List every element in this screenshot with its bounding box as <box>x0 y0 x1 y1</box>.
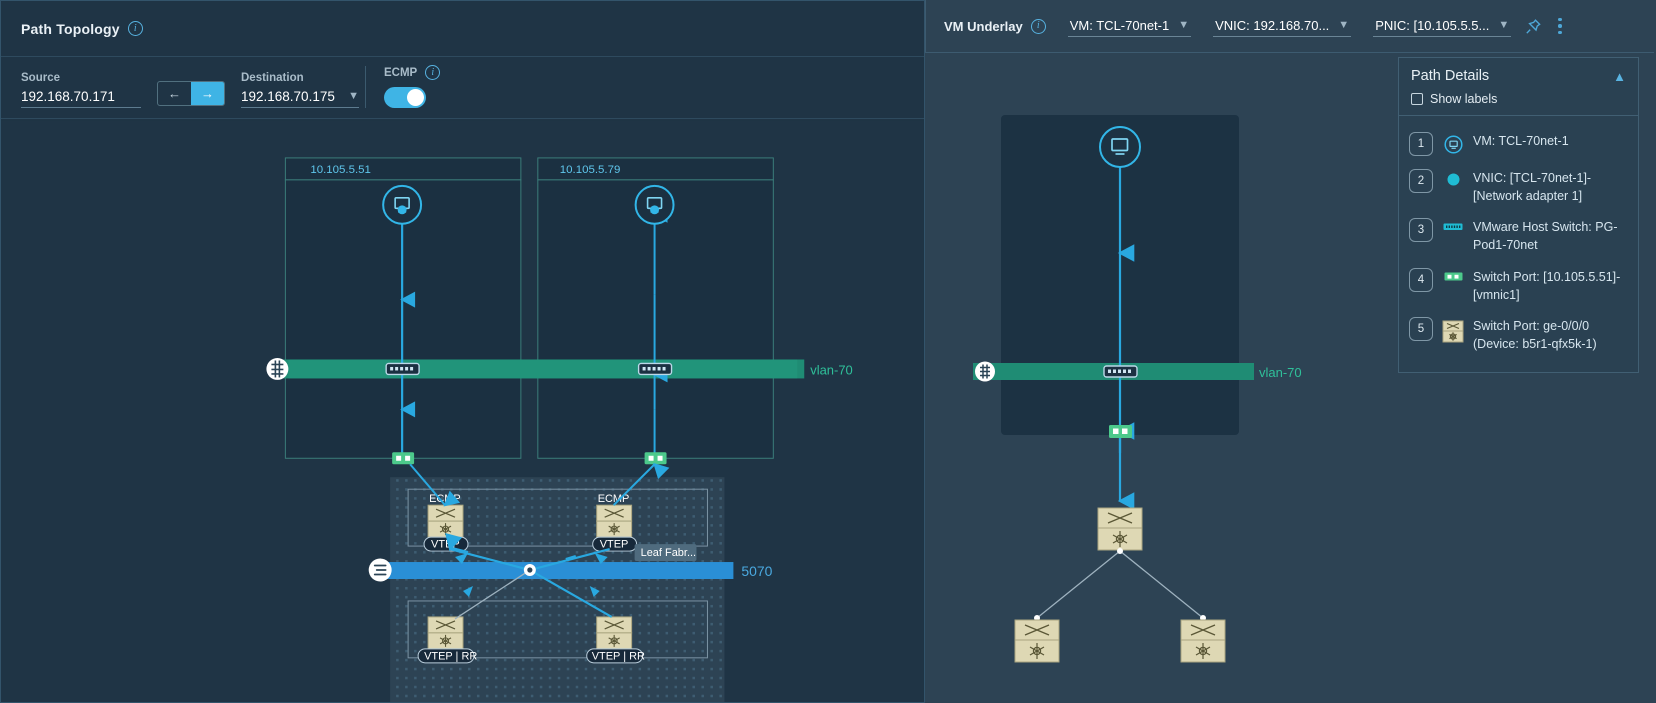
vni-label: 5070 <box>741 563 772 579</box>
step-number: 1 <box>1409 132 1433 156</box>
source-input[interactable]: 192.168.70.171 <box>21 89 141 108</box>
pnic-selector-value: PNIC: [10.105.5.5... <box>1375 17 1490 33</box>
vnic-selector[interactable]: VNIC: 192.168.70... ▼ <box>1213 16 1352 37</box>
spine-switch-left[interactable] <box>1014 619 1060 663</box>
path-details-header: Path Details ▲ Show labels <box>1399 58 1638 116</box>
vm-circle-icon <box>1442 132 1464 154</box>
step-number: 2 <box>1409 169 1433 193</box>
vtep-rr-label: VTEP | RR <box>592 650 645 662</box>
source-label: Source <box>21 72 60 84</box>
path-details-title-row: Path Details ▲ <box>1411 68 1626 84</box>
source-value: 192.168.70.171 <box>21 89 115 104</box>
host-ip-label: 10.105.5.79 <box>560 164 621 176</box>
ecmp-label: ECMP <box>384 66 418 79</box>
info-icon[interactable]: i <box>127 21 143 36</box>
pnic-port-icon[interactable] <box>1109 425 1132 438</box>
path-topology-canvas[interactable]: 10.105.5.51 10.105.5.79 vlan-70 5070 ECM… <box>1 120 924 703</box>
leaf-switch[interactable] <box>1097 507 1143 551</box>
physical-switch-icon <box>1442 317 1464 344</box>
vtep-label: VTEP <box>600 539 629 551</box>
destination-select[interactable]: 192.168.70.175 ▼ <box>241 89 359 108</box>
destination-field: Destination 192.168.70.175 ▼ <box>241 72 359 108</box>
path-detail-item[interactable]: 3 VMware Host Switch: PG-Pod1-70net <box>1409 212 1628 261</box>
step-number: 3 <box>1409 218 1433 243</box>
direction-toggle[interactable]: ← → <box>157 81 225 106</box>
app-root: Path Topology i Source 192.168.70.171 ← … <box>0 0 1656 703</box>
switch-port-icon <box>1442 268 1464 282</box>
arrow-left-icon[interactable]: ← <box>158 82 191 105</box>
path-detail-item[interactable]: 1 VM: TCL-70net-1 <box>1409 126 1628 163</box>
step-text: VNIC: [TCL-70net-1]-[Network adapter 1] <box>1473 171 1592 204</box>
ecmp-toggle[interactable] <box>384 87 426 108</box>
path-topology-header: Path Topology i <box>1 1 924 57</box>
path-topology-controls: Source 192.168.70.171 ← → Destination 19… <box>1 57 924 119</box>
ecmp-info-icon[interactable]: i <box>425 65 441 80</box>
ecmp-label-row: ECMP i <box>384 65 441 80</box>
source-field: Source 192.168.70.171 <box>21 72 141 108</box>
vm-selector-value: VM: TCL-70net-1 <box>1069 17 1170 33</box>
pnic-selector[interactable]: PNIC: [10.105.5.5... ▼ <box>1373 16 1512 37</box>
vm-underlay-panel: VM Underlay i VM: TCL-70net-1 ▼ VNIC: 19… <box>925 0 1654 703</box>
step-text: VM: TCL-70net-1 <box>1473 134 1569 148</box>
ecmp-field: ECMP i <box>384 65 441 108</box>
step-text: VMware Host Switch: PG-Pod1-70net <box>1473 220 1618 253</box>
chevron-down-icon[interactable]: ▼ <box>348 91 359 102</box>
destination-value: 192.168.70.175 <box>241 89 335 104</box>
vtep-rr-label: VTEP | RR <box>424 650 477 662</box>
vm-selector[interactable]: VM: TCL-70net-1 ▼ <box>1067 16 1192 37</box>
host-ip-label: 10.105.5.51 <box>310 164 371 176</box>
vm-underlay-title: VM Underlay <box>944 18 1023 34</box>
chevron-down-icon[interactable]: ▼ <box>1498 19 1509 31</box>
show-labels-checkbox[interactable]: Show labels <box>1411 92 1626 106</box>
step-number: 5 <box>1409 316 1433 341</box>
path-detail-item[interactable]: 2 VNIC: [TCL-70net-1]-[Network adapter 1… <box>1409 163 1628 212</box>
path-detail-item[interactable]: 4 Switch Port: [10.105.5.51]-[vmnic1] <box>1409 262 1628 311</box>
path-details-title: Path Details <box>1411 68 1490 84</box>
host-switch-icon <box>1442 218 1464 233</box>
step-number: 4 <box>1409 267 1433 292</box>
vnic-selector-value: VNIC: 192.168.70... <box>1215 17 1330 33</box>
destination-label: Destination <box>241 72 304 84</box>
arrow-right-icon[interactable]: → <box>191 82 224 105</box>
info-icon[interactable]: i <box>1030 18 1046 34</box>
vlan-label: vlan-70 <box>1259 365 1302 380</box>
chevron-down-icon[interactable]: ▼ <box>1338 19 1349 31</box>
vlan-label: vlan-70 <box>810 362 853 377</box>
pin-icon[interactable] <box>1525 18 1542 35</box>
controls-divider <box>365 66 366 108</box>
path-topology-panel: Path Topology i Source 192.168.70.171 ← … <box>0 0 925 703</box>
leaf-fabric-tooltip: Leaf Fabr... <box>634 544 697 562</box>
page-title: Path Topology <box>21 20 120 37</box>
chevron-down-icon[interactable]: ▼ <box>1178 19 1189 31</box>
chevron-up-icon[interactable]: ▲ <box>1613 70 1626 83</box>
show-labels-label: Show labels <box>1430 92 1498 106</box>
ecmp-node-label: ECMP <box>429 493 461 505</box>
vlan-band[interactable]: vlan-70 <box>266 357 853 380</box>
kebab-menu-icon[interactable] <box>1558 17 1562 35</box>
step-text: Switch Port: ge-0/0/0 (Device: b5r1-qfx5… <box>1473 318 1597 351</box>
path-details-list: 1 VM: TCL-70net-1 2 VNIC: [TCL-70net-1]-… <box>1399 116 1638 372</box>
leaf-fabric-label: Leaf Fabr... <box>641 547 697 559</box>
checkbox-box[interactable] <box>1411 93 1423 105</box>
vnic-dot-icon <box>1442 169 1464 187</box>
vm-underlay-header: VM Underlay i VM: TCL-70net-1 ▼ VNIC: 19… <box>925 0 1654 53</box>
path-detail-item[interactable]: 5 Switch Port: ge-0/0/0 (Device: b5r1-qf… <box>1409 311 1628 360</box>
step-text: Switch Port: [10.105.5.51]-[vmnic1] <box>1473 269 1621 302</box>
path-details-card: Path Details ▲ Show labels 1 VM: TCL-70n… <box>1398 57 1639 373</box>
spine-switch-right[interactable] <box>1180 619 1226 663</box>
